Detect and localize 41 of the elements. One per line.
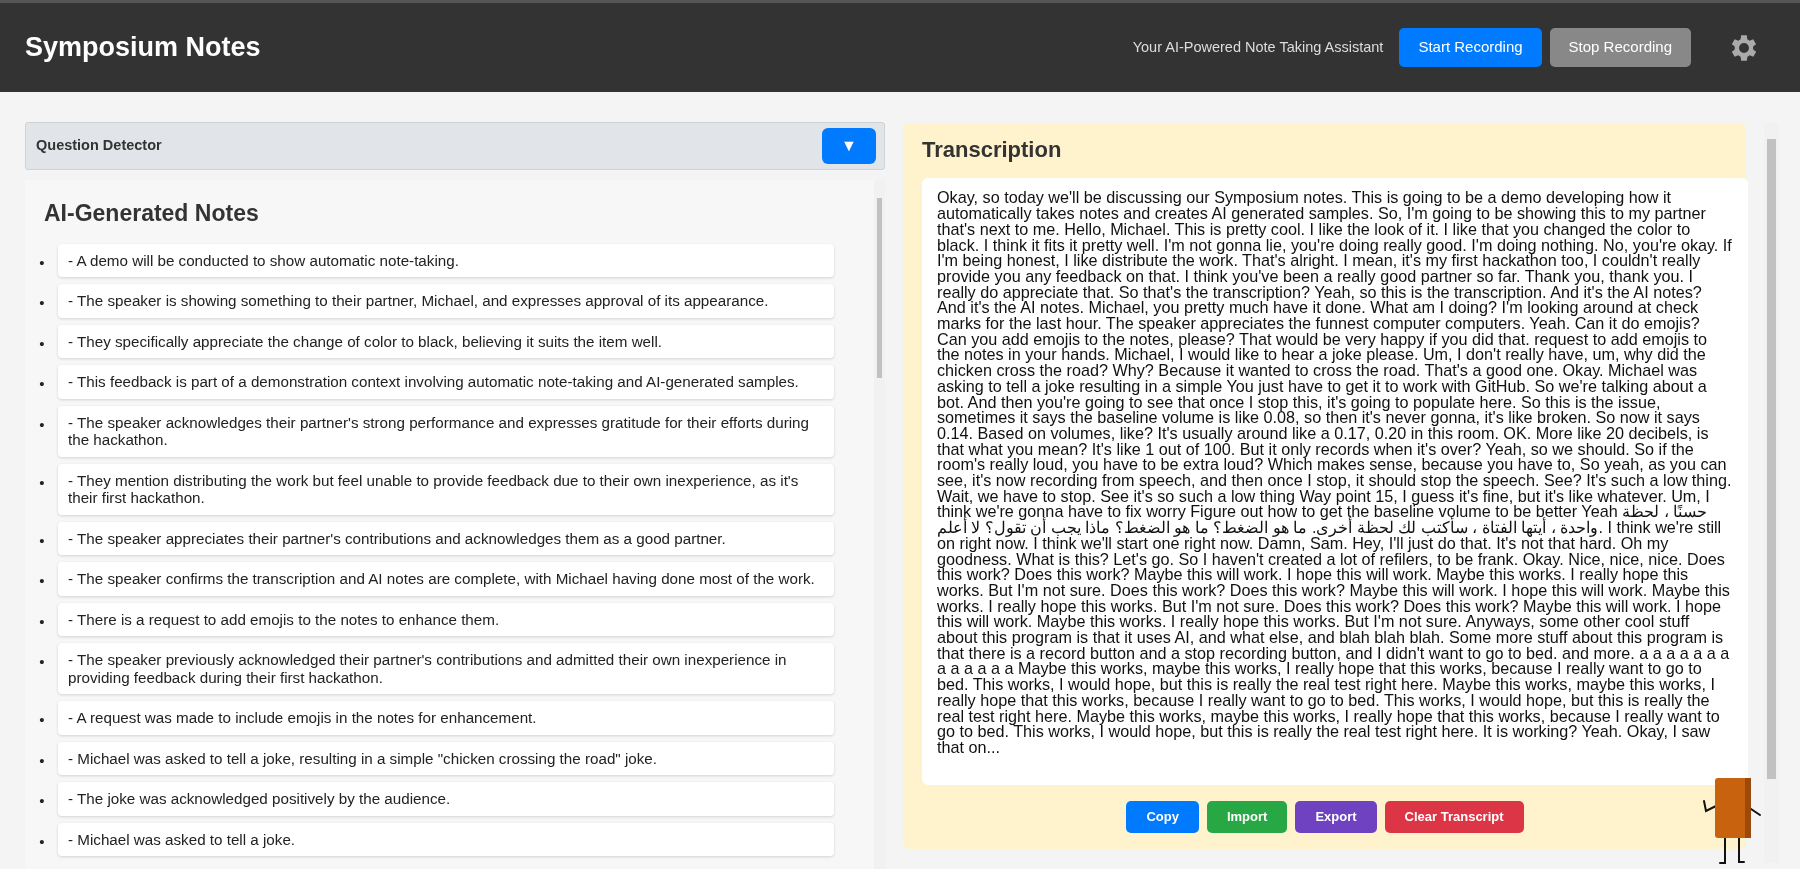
notes-heading: AI-Generated Notes: [44, 200, 260, 228]
note-item: - The speaker confirms the transcription and AI notes are complete, with Michael having done most of the work.: [58, 562, 834, 596]
note-item: - The speaker appreciates their partner's contributions and acknowledges them as a good partner.: [58, 521, 834, 556]
bullet-marker: •: [38, 652, 46, 673]
dropdown-toggle-button[interactable]: ▼: [822, 128, 876, 164]
start-recording-button[interactable]: Start Recording: [1399, 28, 1542, 67]
bullet-marker: •: [38, 472, 46, 493]
copy-button[interactable]: Copy: [1126, 801, 1199, 833]
bullet-marker: •: [38, 710, 46, 731]
bullet-marker: •: [38, 831, 46, 852]
bullet-marker: •: [38, 791, 46, 812]
note-item: - Michael was asked to tell a joke, resulting in a simple "chicken crossing the road" joke.: [58, 741, 834, 776]
stop-recording-button[interactable]: Stop Recording: [1549, 28, 1691, 67]
transcription-heading: Transcription: [922, 137, 1063, 164]
note-item: - Michael was asked to tell a joke.: [58, 822, 834, 857]
transcript-text: Okay, so today we'll be discussing our Symposium notes. This is going to be a demo developing how it automatically takes notes and creates AI generated samples. So, I'm going to be showing this to my partner that's next to me. Hello, Michael. This is pretty cool. I like the look of it. I like that you changed the color to black. I think it fits it pretty well. I'm not gonna lie, you're doing really good. I'm doing nothing. No, you're okay. If I'm being honest, I like distribute the work. That's alright. I mean, it's my first hackathon too, I couldn't really provide you any feedback on that. I think you've been a really good partner so far. Thank you, thank you. I really do appreciate that. So that's the transcription? Yeah, so this is the transcription. And it's the AI notes? And it's the AI notes. Michael, you pretty much have it done. What am I doing? I'm looking around at check marks for the last hour. The speaker appreciates the funnest computer computers. Yeah. Can it do emojis? Can you add emojis to the notes, please? That would be very happy if you did that. request to add emojis to the notes in your hands. Michael, I would like to hear a joke please. Um, I don't really have, um, why did the chicken cross the road? Why? Because it wanted to cross the road. That's a good one. Okay. Michael was asking to tell a joke resulting in a simple You just have to get it to work with GitHub. So we're talking about a bot. And then you're going to see that once I stop this, it's going to populate here. So this is the issue, sometimes it says the baseline volume is like 0.08, so then it's never gonna, it's like broken. So now it says 0.14. Based on volumes, like? It's usually around like a 0.17, 0.20 in this room. OK. More like 20 decibels, is that what you mean? It's like 1 out of 100. But it only records when it's over? Yeah, so we should. So if the room's really loud, you have to be extra loud? Which makes sense, because you have to, So yeah, as you can see, it's now recording from speech, and then once I stop, it should stop the speech. See? It's such a low thing. Wait, we have to stop. See it's so such a low thing Way point 15, I guess it's fine, but it's like whatever. Um, I think we're gonna have to fix worry Figure out how to get the baseline volume to be better Yeah حسنًا ، لحظة واحدة ، أيتها الفتاة ، سأكتب لك لحظة أخرى. ما هو الضغط؟ ما هو الضغط؟ ماذا يجب أن تقول؟ لا أعلم. I think we're still on right now. I think we'll start one right now. Damn, Sam. Hey, I'll just do that. It's not that hard. Oh my goodness. What is this? Let's go. So I haven't created a lot of refilers, to be frank. Okay. Nice, nice, nice. Does this work? Does this work? Maybe this will work. I hope this will work. Maybe this works. I really hope this works. But I'm not sure. Does this work? Does this work? Maybe this will work. I hope this will work. Maybe this works. I really hope this works. But I'm not sure. Does this work? Does this work? Maybe this will work. I hope this will work. Maybe this works. I really hope this works. But I'm not sure. Anyways, some other cool stuff about this program is that it uses AI, and what else, and blah blah blah. Some more stuff about this program is that there is a record button and a stop recording button, and I didn't want to go to bed. and more. a a a a a a a a a a a a a Maybe this works, maybe this works, I really hope that this works, because I really want to go to bed. This works, I would hope, but this is really the real test right here. Maybe this works, maybe this works, I really hope that this works, because I really want to go to bed. This works, I would hope, but this is really the real test right here. Maybe this works, maybe this works, I really hope that this works, because I really want to go to bed. This works, I would hope, but this is really the real test right here. It is working? Yeah. Okay, I saw that on...: [922, 178, 1748, 786]
note-item: - The speaker previously acknowledged their partner's contributions and admitted their own inexperience in providing feedback during their first hackathon.: [58, 643, 834, 695]
note-item: - The joke was acknowledged positively by the audience.: [58, 782, 834, 816]
bullet-marker: •: [38, 750, 46, 771]
note-item: - The speaker acknowledges their partner's strong performance and expresses gratitude for their efforts during the hackathon.: [58, 405, 834, 457]
note-item: - This feedback is part of a demonstration context involving automatic note-taking and AI-generated samples.: [58, 365, 834, 399]
note-item: - They specifically appreciate the change of color to black, believing it suits the item well.: [58, 324, 834, 359]
tagline: Your AI-Powered Note Taking Assistant: [1132, 37, 1384, 57]
bullet-marker: •: [38, 414, 46, 435]
note-item: - A demo will be conducted to show automatic note-taking.: [58, 243, 834, 278]
bullet-marker: •: [38, 333, 46, 354]
bullet-marker: •: [38, 571, 46, 592]
import-button[interactable]: Import: [1206, 801, 1288, 833]
export-button[interactable]: Export: [1295, 801, 1377, 833]
bullet-marker: •: [38, 374, 46, 395]
app-title: Symposium Notes: [25, 31, 261, 64]
note-item: - A request was made to include emojis in the notes for enhancement.: [58, 701, 834, 735]
note-item: - There is a request to add emojis to the notes to enhance them.: [58, 602, 834, 637]
bullet-marker: •: [38, 530, 46, 551]
note-item: - They mention distributing the work but feel unable to provide feedback due to their own inexperience, as it's their first hackathon.: [58, 463, 834, 515]
note-item: - The speaker is showing something to their partner, Michael, and expresses approval of its appearance.: [58, 284, 834, 318]
bullet-marker: •: [38, 293, 46, 314]
panel-title: Question Detector: [36, 136, 162, 156]
bullet-marker: •: [38, 252, 46, 273]
bullet-marker: •: [38, 611, 46, 632]
clear-transcript-button[interactable]: Clear Transcript: [1384, 801, 1524, 833]
